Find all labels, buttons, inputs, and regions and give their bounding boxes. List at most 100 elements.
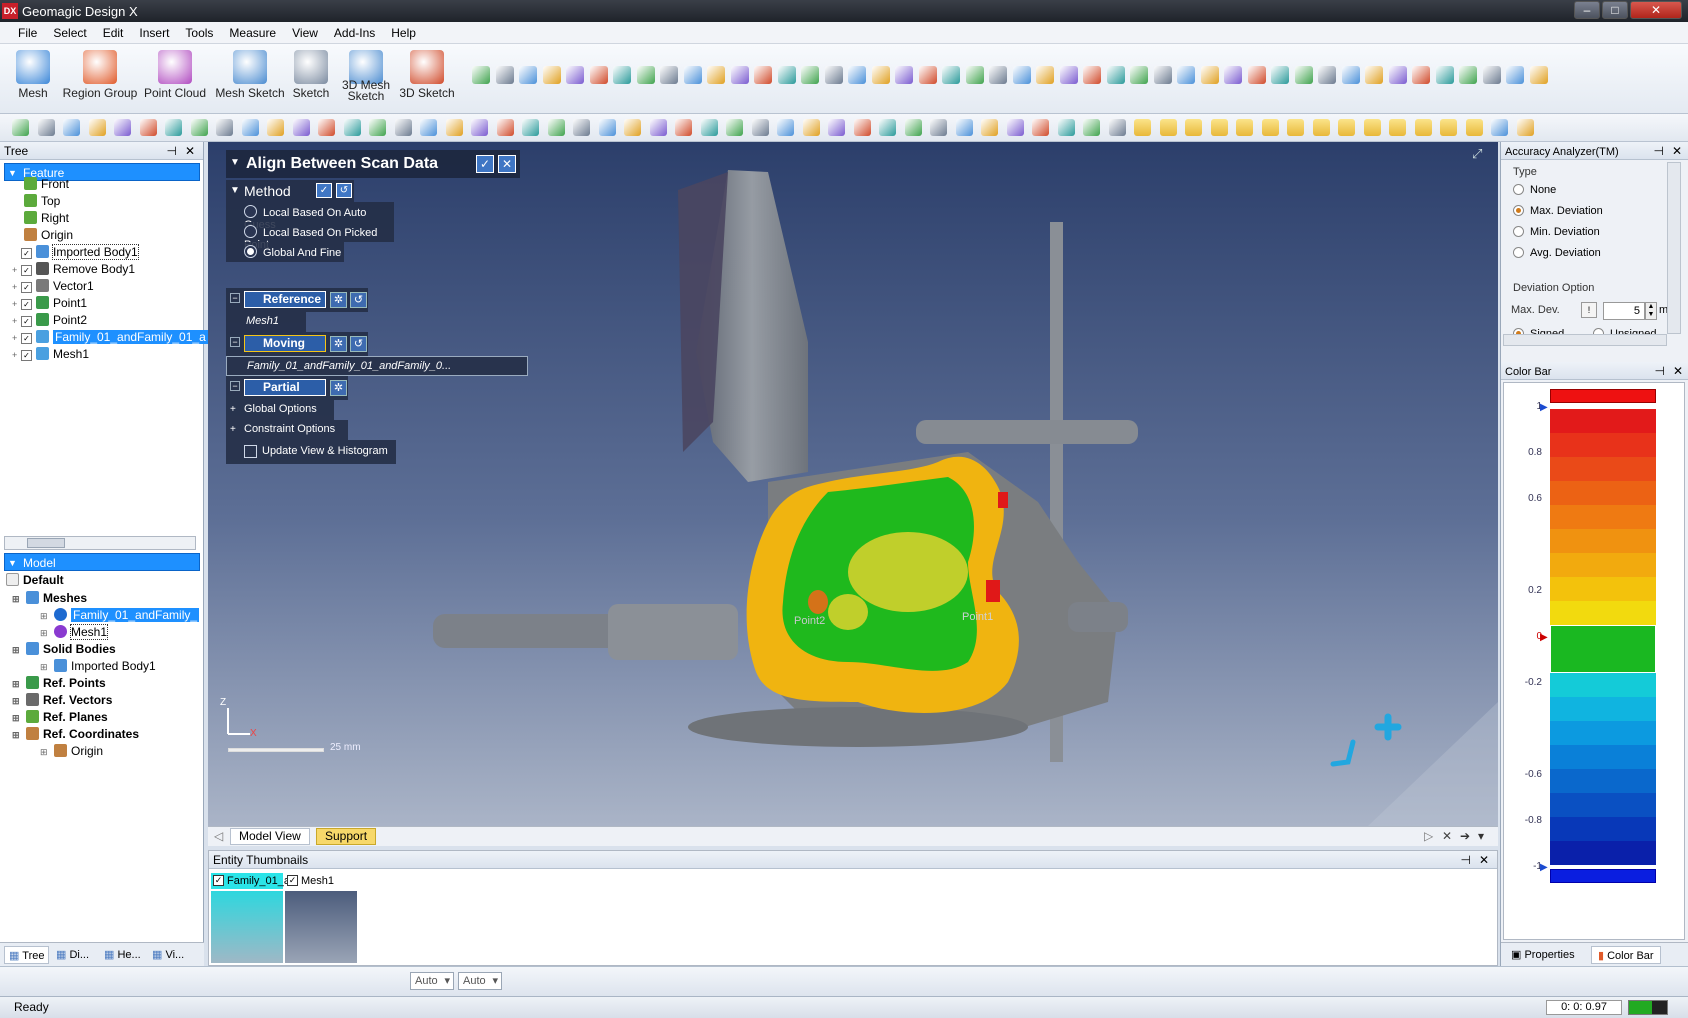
toolbar-tool-icon[interactable] [1134,119,1151,136]
model-item-ref-coordinates[interactable]: ⊞ Ref. Coordinates [12,726,139,743]
toolbar-tool-icon[interactable] [1083,119,1100,136]
tab-properties[interactable]: ▣ Properties [1505,946,1581,964]
ribbon-tool-icon[interactable] [1294,66,1313,84]
toolbar-tool-icon[interactable] [420,119,437,136]
reference-select-icon[interactable]: ✲ [330,292,347,308]
ribbon-tool-icon[interactable] [1106,66,1125,84]
tab-model-view[interactable]: Model View [230,828,310,845]
thumbnail-checkbox[interactable]: ✓ [213,875,224,886]
toolbar-tool-icon[interactable] [675,119,692,136]
menu-view[interactable]: View [284,22,326,44]
ribbon-tool-icon[interactable] [542,66,561,84]
collapse-icon[interactable]: − [230,293,240,303]
expand-icon[interactable]: ⊞ [12,642,26,659]
close-window-button[interactable]: ✕ [1630,1,1682,19]
close-tab-icon[interactable]: ✕ [1442,829,1452,843]
expand-icon[interactable]: + [12,330,21,347]
type-option-0[interactable]: None [1513,184,1556,196]
ribbon-tool-icon[interactable] [1482,66,1501,84]
menu-tools[interactable]: Tools [177,22,221,44]
ribbon-tool-icon[interactable] [1318,66,1336,84]
ribbon-tool-icon[interactable] [1200,66,1219,84]
toolbar-tool-icon[interactable] [624,119,641,136]
ribbon-tool-icon[interactable] [636,66,655,84]
max-dev-info-icon[interactable]: ! [1581,302,1597,318]
ribbon-tool-icon[interactable] [660,66,678,84]
next-icon[interactable]: ➔ [1460,829,1470,843]
toolbar-tool-icon[interactable] [955,119,973,136]
ribbon-tool-icon[interactable] [1153,66,1172,84]
model-item-solid-bodies[interactable]: ⊞ Solid Bodies [12,641,116,658]
visibility-checkbox[interactable]: ✓ [21,333,32,344]
menu-addins[interactable]: Add-Ins [326,22,383,44]
model-item-family-01-andfamily-[interactable]: ⊞ Family_01_andFamily_ [40,607,200,625]
3d-sketch-button[interactable]: 3D Sketch [398,48,456,110]
colorbar-marker-icon[interactable]: ▶ [1540,862,1548,873]
mesh-button[interactable]: Mesh [8,48,58,110]
method-check-icon[interactable]: ✓ [316,183,332,198]
ribbon-tool-icon[interactable] [1083,66,1101,84]
toolbar-tool-icon[interactable] [1159,119,1177,136]
ribbon-tool-icon[interactable] [1388,66,1407,84]
tab-color-bar[interactable]: ▮ Color Bar [1591,946,1661,964]
ribbon-tool-icon[interactable] [801,66,819,84]
type-option-3[interactable]: Avg. Deviation [1513,247,1601,259]
toolbar-tool-icon[interactable] [777,119,794,136]
tree-item-family-01-andfamily-01-a[interactable]: + ✓ Family_01_andFamily_01_a [12,329,208,346]
close-icon[interactable]: ✕ [185,142,195,160]
ribbon-tool-icon[interactable] [566,66,584,84]
minimize-button[interactable]: – [1574,1,1600,19]
expand-icon[interactable]: + [12,279,21,296]
expand-icon[interactable]: + [12,313,21,330]
tree-item-origin[interactable]: Origin [24,227,73,244]
pin-icon[interactable]: ⊣ [167,142,177,160]
toolbar-tool-icon[interactable] [369,119,386,136]
toolbar-tool-icon[interactable] [37,119,55,136]
ribbon-tool-icon[interactable] [1412,66,1430,84]
model-item-origin[interactable]: ⊞ Origin [40,743,103,760]
ribbon-tool-icon[interactable] [495,66,514,84]
ribbon-tool-icon[interactable] [1059,66,1078,84]
toolbar-tool-icon[interactable] [241,119,259,136]
model-item-imported-body1[interactable]: ⊞ Imported Body1 [40,658,156,675]
collapse-arrow-icon[interactable]: ▼ [230,157,240,168]
ribbon-tool-icon[interactable] [1224,66,1242,84]
toolbar-tool-icon[interactable] [267,119,284,136]
partial-select-icon[interactable]: ✲ [330,380,347,396]
tree-horizontal-scrollbar[interactable] [4,536,196,550]
ribbon-tool-icon[interactable] [989,66,1007,84]
toolbar-tool-icon[interactable] [700,119,718,136]
thumbnail-checkbox[interactable]: ✓ [287,875,298,886]
method-option-0[interactable]: Local Based On Auto Guess [226,202,394,231]
auto-select-1[interactable]: Auto ▾ [410,972,454,990]
toolbar-tool-icon[interactable] [726,119,743,136]
toolbar-tool-icon[interactable] [1363,119,1381,136]
toolbar-tool-icon[interactable] [1465,119,1483,136]
ribbon-tool-icon[interactable] [848,66,866,84]
toolbar-tool-icon[interactable] [216,119,233,136]
close-icon[interactable]: ✕ [1672,142,1682,160]
expand-icon[interactable]: ⊞ [40,744,54,761]
toolbar-tool-icon[interactable] [471,119,488,136]
ribbon-tool-icon[interactable] [918,66,937,84]
visibility-checkbox[interactable]: ✓ [21,350,32,361]
ribbon-tool-icon[interactable] [1435,66,1454,84]
ribbon-tool-icon[interactable] [1177,66,1195,84]
visibility-checkbox[interactable]: ✓ [21,299,32,310]
accuracy-scrollbar[interactable] [1667,162,1681,334]
ribbon-tool-icon[interactable] [777,66,796,84]
colorbar-marker-icon[interactable]: ▶ [1540,632,1548,643]
expand-icon[interactable]: ⊞ [12,676,26,693]
collapse-arrow-icon[interactable]: ▼ [8,554,17,572]
thumbnail-tab-family[interactable]: ✓ Family_01_a [211,873,290,889]
toolbar-tool-icon[interactable] [1006,119,1024,136]
model-item-mesh1[interactable]: ⊞ Mesh1 [40,624,109,641]
ribbon-tool-icon[interactable] [871,66,890,84]
menu-file[interactable]: File [10,22,45,44]
expand-icon[interactable]: ⊞ [40,608,54,625]
model-item-ref-vectors[interactable]: ⊞ Ref. Vectors [12,692,112,709]
close-icon[interactable]: ✕ [1673,362,1683,380]
ribbon-tool-icon[interactable] [1012,66,1031,84]
toolbar-tool-icon[interactable] [1516,119,1534,136]
toolbar-tool-icon[interactable] [394,119,412,136]
